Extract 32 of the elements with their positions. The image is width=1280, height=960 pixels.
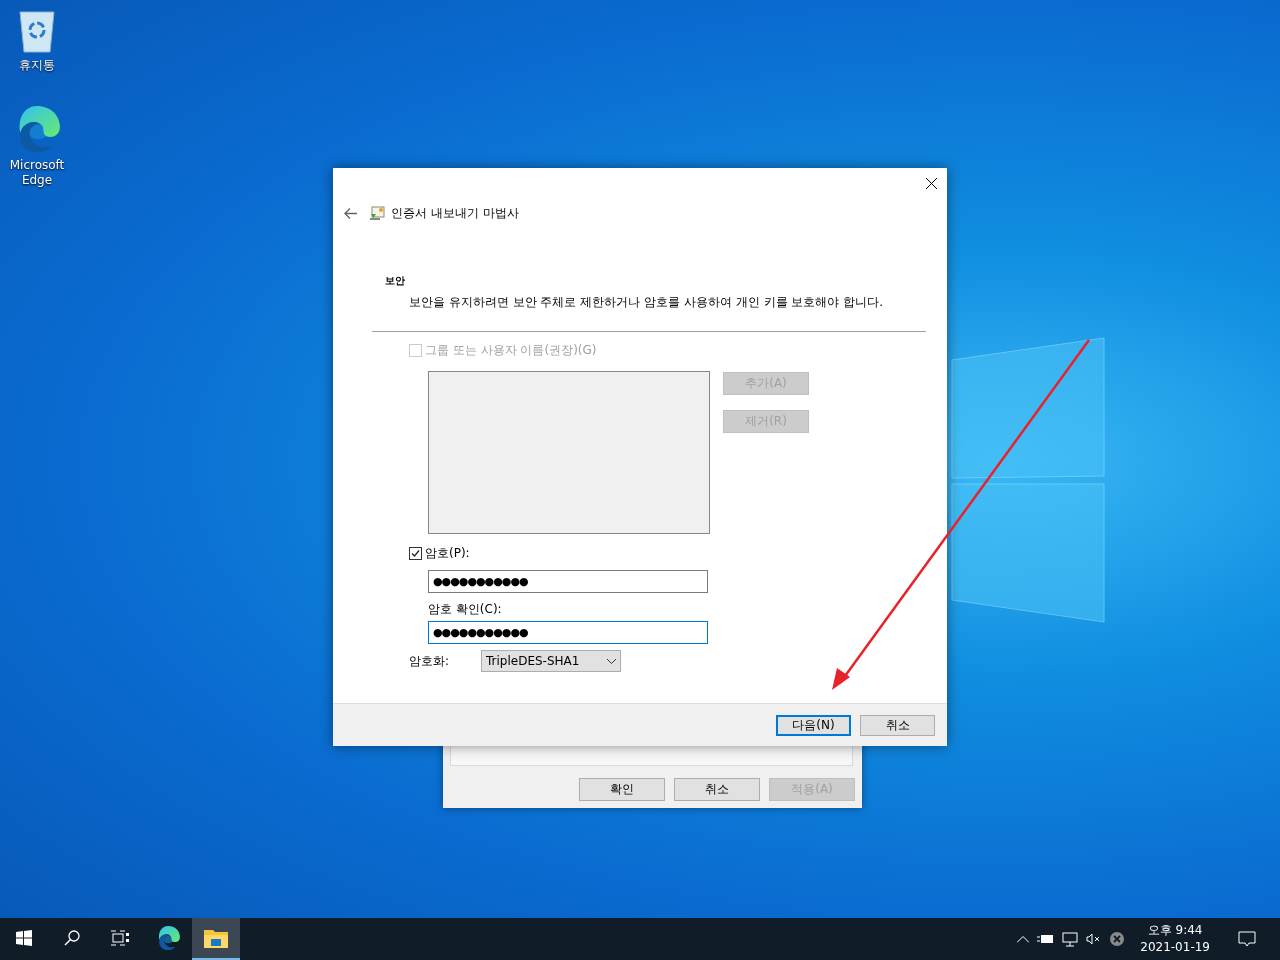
- dialog-button[interactable]: 확인: [579, 778, 665, 801]
- password-field[interactable]: ●●●●●●●●●●●: [428, 570, 708, 593]
- back-arrow-icon: [343, 207, 357, 219]
- password-field[interactable]: ●●●●●●●●●●●: [428, 621, 708, 644]
- encryption-dropdown[interactable]: TripleDES-SHA1: [481, 650, 621, 672]
- clock[interactable]: 오후 9:44 2021-01-19: [1132, 922, 1218, 956]
- task-view-icon: [111, 930, 129, 946]
- taskbar-app-button[interactable]: [192, 918, 240, 960]
- folder-icon: [204, 928, 228, 948]
- section-title: 보안: [385, 274, 406, 288]
- certificate-icon: [369, 205, 385, 221]
- dialog-button[interactable]: 다음(N): [776, 714, 851, 736]
- close-icon: [925, 177, 937, 189]
- password-checkbox[interactable]: 암호(P):: [409, 545, 947, 562]
- dialog-button[interactable]: 취소: [674, 778, 760, 801]
- battery-icon[interactable]: [1037, 934, 1055, 944]
- chevron-down-icon: [607, 658, 616, 664]
- check-icon: [411, 549, 420, 558]
- search-icon: [64, 930, 80, 946]
- chevron-up-icon[interactable]: [1017, 935, 1030, 943]
- wizard-title: 인증서 내보내기 마법사: [391, 204, 519, 222]
- network-icon[interactable]: [1062, 931, 1079, 947]
- field-label: 암호화:: [409, 652, 451, 670]
- field-label: 암호 확인(C):: [428, 601, 503, 618]
- windows-logo-icon: [16, 930, 32, 946]
- dialog-button[interactable]: 취소: [860, 714, 935, 736]
- error-icon[interactable]: [1110, 932, 1125, 946]
- recycle-bin-icon[interactable]: [17, 8, 57, 54]
- desktop-icon-label[interactable]: 휴지통: [7, 58, 67, 73]
- notification-icon[interactable]: [1238, 931, 1256, 947]
- desktop-icon-label[interactable]: Microsoft Edge: [7, 158, 67, 188]
- section-description: 보안을 유지하려면 보안 주체로 제한하거나 암호를 사용하여 개인 키를 보호해야 합니다.: [409, 294, 884, 311]
